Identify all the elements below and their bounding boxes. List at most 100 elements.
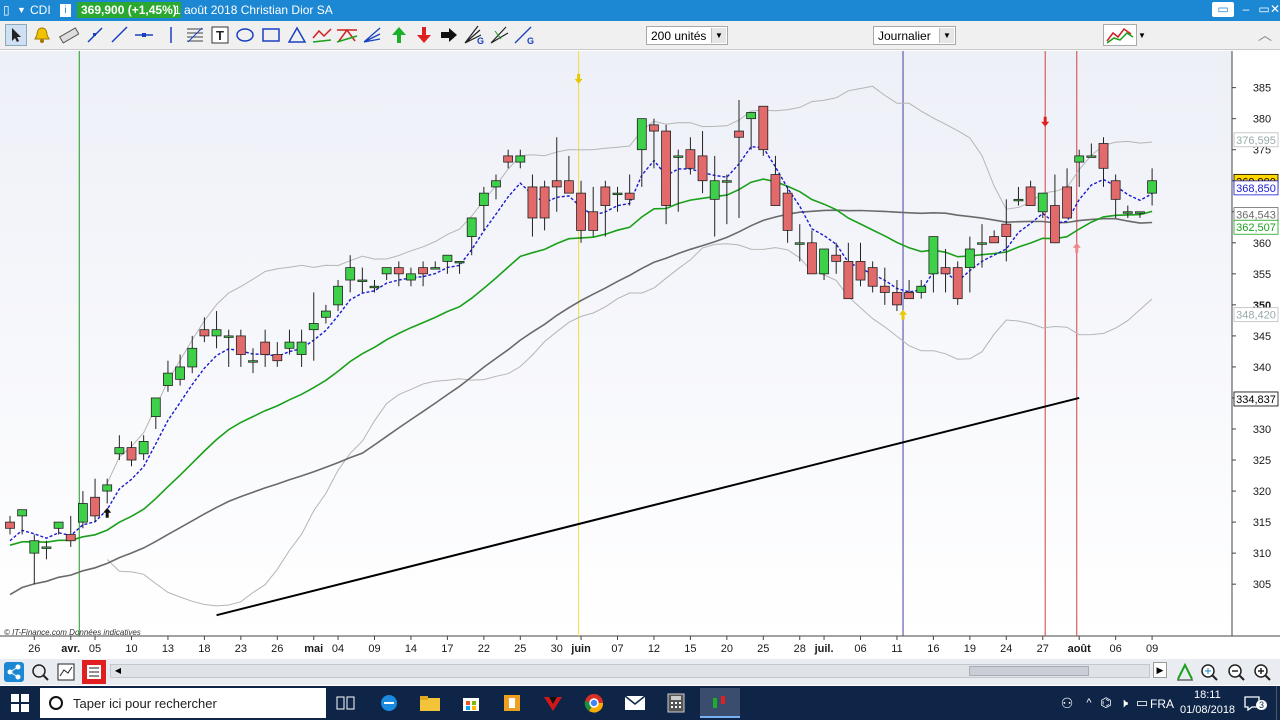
scroll-thumb[interactable] [969,666,1089,676]
period-select[interactable]: Journalier ▼ [873,26,956,45]
fibonacci-icon[interactable] [184,24,206,46]
pointer-tool-icon[interactable] [5,24,27,46]
price-tick-label: 320 [1253,486,1271,498]
media-app-icon[interactable] [541,691,565,715]
candle-body [478,192,489,206]
candle-body [1110,180,1121,200]
scroll-track[interactable]: ◀ [110,664,1150,678]
task-view-icon[interactable] [334,691,358,715]
mail-icon[interactable] [623,691,647,715]
horizontal-line-icon[interactable] [133,24,155,46]
copyright-note: © IT-Finance.com Données indicatives [4,628,141,637]
language-indicator[interactable]: FRA [1150,697,1174,711]
chevron-down-icon[interactable]: ▼ [939,28,954,43]
trendline-icon[interactable] [84,24,106,46]
candle-body [102,484,113,492]
candle-body [624,192,635,200]
ellipse-tool-icon[interactable] [234,24,256,46]
triangle-tool-icon[interactable] [286,24,308,46]
candle-body [296,341,307,355]
chart-settings-icon[interactable] [54,660,78,684]
gann-grid-icon[interactable]: G [513,24,535,46]
zoom-in-icon[interactable] [1250,660,1274,684]
time-tick-label: 20 [721,643,733,655]
history-icon[interactable] [82,660,106,684]
close-button[interactable]: ✕ [1270,2,1280,17]
battery-icon[interactable]: ▭ [1134,691,1150,715]
chart-style-dropdown-icon[interactable]: ▼ [1137,24,1147,46]
show-hidden-icons-icon[interactable]: ^ [1082,691,1096,715]
fan-lines-icon[interactable] [361,24,383,46]
candle-body [333,285,343,306]
ruler-icon[interactable] [58,24,80,46]
calculator-icon[interactable] [664,691,688,715]
toolbar-collapse-icon[interactable]: ︿ [1257,24,1273,46]
people-icon[interactable]: ⚇ [1055,691,1079,715]
title-bar: ▯ ▼ CDI i 369,900 (+1,45%) 1 août 2018 C… [0,0,1280,21]
andrews-fork-icon[interactable] [336,24,358,46]
candle-body [1037,192,1048,213]
candle-body [855,261,866,281]
text-tool-icon[interactable]: T [209,24,231,46]
info-icon[interactable]: i [60,4,71,17]
candle-body [527,186,538,219]
fit-chart-icon[interactable] [28,660,52,684]
gann-angle-icon[interactable] [489,24,511,46]
candle-body [612,192,623,196]
channel-tool-icon[interactable] [311,24,333,46]
candle-body [940,267,951,275]
file-explorer-icon[interactable] [418,691,442,715]
candle-body [685,149,696,169]
candle-body [17,509,28,517]
price-chart[interactable]: 3053103153203253303353403453503553603653… [0,51,1280,659]
scroll-right-icon[interactable]: ▶ [1153,662,1167,678]
candle-body [466,217,477,237]
units-select[interactable]: 200 unités ▼ [646,26,728,45]
buy-arrow-icon[interactable] [388,24,410,46]
scroll-left-icon[interactable]: ◀ [111,666,125,676]
zoom-out-icon[interactable] [1224,660,1248,684]
candle-body [746,112,757,120]
candle-body [600,186,611,206]
restore-button[interactable]: ▭ [1258,2,1270,17]
restore-small-icon[interactable]: ▭ [1212,2,1234,17]
candle-body [794,242,805,245]
share-icon[interactable] [2,660,26,684]
candle-body [576,192,586,231]
store-icon[interactable] [459,691,483,715]
rectangle-tool-icon[interactable] [260,24,282,46]
minimize-button[interactable]: – [1236,2,1256,17]
time-tick-label: 25 [514,643,526,655]
chrome-icon[interactable] [582,691,606,715]
show-desktop-button[interactable] [1276,686,1280,720]
ray-line-icon[interactable] [108,24,130,46]
network-icon[interactable]: ⌬ [1098,691,1114,715]
gann-fan-icon[interactable]: G [463,24,485,46]
chevron-down-icon[interactable]: ▼ [711,28,726,43]
right-arrow-icon[interactable] [438,24,460,46]
price-tick-label: 385 [1253,83,1271,95]
alert-bell-icon[interactable] [31,24,53,46]
time-tick-label: juil. [814,643,834,655]
candle-body [916,285,927,293]
price-tick-label: 380 [1253,114,1271,126]
clock-time[interactable]: 18:11 [1194,689,1221,701]
auto-scale-icon[interactable] [1173,660,1197,684]
symbol-label[interactable]: CDI [30,3,51,17]
zoom-fit-icon[interactable] [1198,660,1222,684]
symbol-dropdown-icon[interactable]: ▼ [17,5,26,15]
windows-start-icon[interactable] [8,691,32,715]
archive-app-icon[interactable] [500,691,524,715]
candle-body [831,254,842,262]
sell-arrow-icon[interactable] [413,24,435,46]
edge-browser-icon[interactable] [377,691,401,715]
taskbar-search-box[interactable]: Taper ici pour rechercher [40,688,326,718]
time-tick-label: 06 [854,643,866,655]
chart-style-icon[interactable] [1103,24,1137,46]
speaker-icon[interactable]: 🕨 [1116,691,1132,715]
vertical-line-icon[interactable] [160,24,182,46]
price-label-text: 368,850 [1236,183,1276,195]
clock-date[interactable]: 01/08/2018 [1180,704,1235,716]
notification-count-badge: 3 [1256,700,1268,710]
trading-app-icon[interactable] [700,688,740,718]
